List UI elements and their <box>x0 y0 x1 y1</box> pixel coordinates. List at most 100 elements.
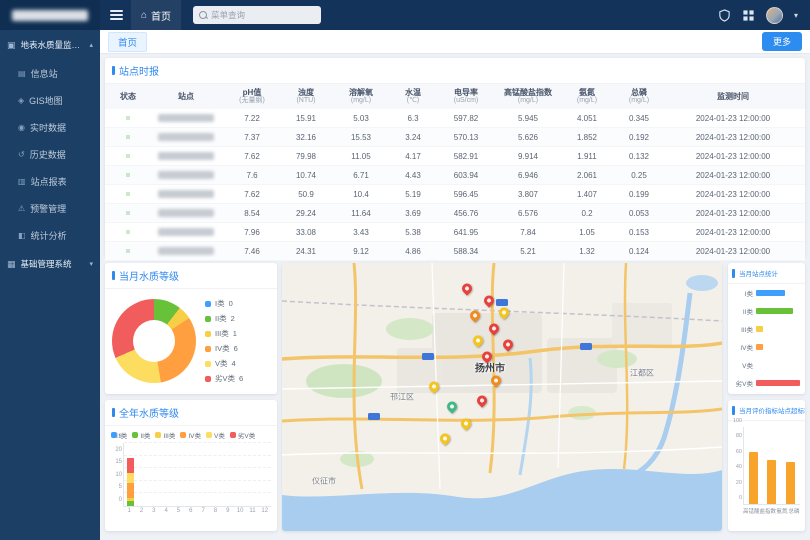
value-cell: 5.626 <box>495 133 561 142</box>
legend-item[interactable]: 劣V类6 <box>205 373 243 384</box>
column-header: 电导率(uS/cm) <box>437 88 495 105</box>
apps-grid-icon[interactable] <box>742 9 755 22</box>
stat-bar-label: II类 <box>732 306 753 316</box>
app-root: ⌂ 首页 ▾ ▣地表水质量监测系统▴▤信息站◈GIS地图◉实时数据↺历史数据▥站… <box>0 0 810 540</box>
sidebar-item[interactable]: ↺历史数据 <box>0 141 100 168</box>
stat-bar <box>756 326 763 332</box>
tab-home[interactable]: 首页 <box>108 32 147 52</box>
legend-item[interactable]: I类0 <box>205 298 243 309</box>
user-avatar[interactable] <box>766 7 783 24</box>
legend-swatch <box>206 432 212 438</box>
value-cell: 6.946 <box>495 171 561 180</box>
chevron-down-icon: ▾ <box>89 260 93 268</box>
value-cell: 7.96 <box>225 228 279 237</box>
value-cell: 24.31 <box>279 247 333 256</box>
time-cell: 2024-01-23 12:00:00 <box>665 209 801 218</box>
column-unit: (uS/cm) <box>437 97 495 105</box>
stat-bar <box>756 344 763 350</box>
legend-item[interactable]: IV类 <box>180 430 201 440</box>
sidebar-item[interactable]: ▤信息站 <box>0 60 100 87</box>
sidebar-item[interactable]: ▥站点报表 <box>0 168 100 195</box>
gis-map-icon: ◈ <box>18 96 24 105</box>
stat-bar-row: V类 <box>728 356 805 374</box>
value-cell: 7.6 <box>225 171 279 180</box>
value-cell: 0.25 <box>613 171 665 180</box>
value-cell: 5.21 <box>495 247 561 256</box>
value-cell: 6.3 <box>389 114 437 123</box>
value-cell: 33.08 <box>279 228 333 237</box>
bar-slots <box>124 443 271 506</box>
main-area: 首页 更多 站点时报 状态站点pH值(无量纲)浊度(NTU)溶解氧(mg/L)水… <box>100 30 810 540</box>
x-tick-label: 总磷 <box>788 507 800 515</box>
info-station-icon: ▤ <box>18 69 26 78</box>
stat-bar-label: III类 <box>732 324 753 334</box>
sidebar-item[interactable]: ◧统计分析 <box>0 222 100 249</box>
map-panel[interactable]: 扬州市邗江区江都区仪征市 <box>282 263 722 531</box>
legend-label: IV类 <box>188 430 201 440</box>
value-cell: 7.22 <box>225 114 279 123</box>
menu-search[interactable] <box>193 6 321 24</box>
exceed-bar <box>749 452 758 504</box>
value-cell: 0.132 <box>613 152 665 161</box>
legend-label: V类 <box>214 430 225 440</box>
legend-item[interactable]: 劣V类 <box>230 430 255 440</box>
sidebar-section-label: 基础管理系统 <box>21 258 72 270</box>
column-header: 站点 <box>147 92 225 101</box>
sidebar-item-label: 站点报表 <box>31 175 67 188</box>
time-cell: 2024-01-23 12:00:00 <box>665 171 801 180</box>
bar-slot <box>173 443 185 506</box>
search-input[interactable] <box>211 10 315 20</box>
breadcrumb-home[interactable]: ⌂ 首页 <box>131 0 181 30</box>
x-tick-label: 11 <box>246 508 258 514</box>
exceed-bar <box>786 462 795 504</box>
legend-item[interactable]: V类 <box>206 430 225 440</box>
y-tick-label: 20 <box>107 447 122 453</box>
legend-item[interactable]: II类2 <box>205 313 243 324</box>
value-cell: 4.17 <box>389 152 437 161</box>
value-cell: 603.94 <box>437 171 495 180</box>
stat-bar-label: I类 <box>732 288 753 298</box>
breadcrumb-home-label: 首页 <box>151 8 171 23</box>
column-unit: (NTU) <box>279 97 333 105</box>
y-tick-label: 80 <box>730 433 742 439</box>
sidebar-item[interactable]: ◈GIS地图 <box>0 87 100 114</box>
legend-value: 1 <box>233 329 237 338</box>
legend-item[interactable]: V类4 <box>205 358 243 369</box>
table-row: 7.3732.1615.533.24570.135.6261.8520.1922… <box>105 128 805 147</box>
x-tick-label: 4 <box>160 508 172 514</box>
sidebar-item[interactable]: ◉实时数据 <box>0 114 100 141</box>
donut-ring <box>112 299 196 383</box>
legend-item[interactable]: III类 <box>155 430 175 440</box>
stat-bar-track <box>756 344 800 350</box>
stat-bar <box>756 308 793 314</box>
value-cell: 0.192 <box>613 133 665 142</box>
map-graphics <box>282 263 722 531</box>
more-button[interactable]: 更多 <box>762 32 802 51</box>
column-header: 高锰酸盐指数(mg/L) <box>495 88 561 105</box>
sidebar-section[interactable]: ▣地表水质量监测系统▴ <box>0 30 100 60</box>
table-row: 7.6279.9811.054.17582.919.9141.9110.1322… <box>105 147 805 166</box>
chevron-down-icon[interactable]: ▾ <box>794 11 798 20</box>
column-name: 电导率 <box>437 88 495 97</box>
shield-icon[interactable] <box>718 9 731 22</box>
legend-item[interactable]: II类 <box>132 430 150 440</box>
legend-item[interactable]: III类1 <box>205 328 243 339</box>
value-cell: 2.061 <box>561 171 613 180</box>
history-data-icon: ↺ <box>18 150 25 159</box>
x-tick-label: 12 <box>259 508 271 514</box>
x-tick-label: 5 <box>172 508 184 514</box>
site-cell <box>147 152 225 160</box>
y-tick-label: 0 <box>730 495 742 501</box>
legend-label: II类 <box>140 430 150 440</box>
legend-item[interactable]: IV类6 <box>205 343 243 354</box>
bar-slot <box>161 443 173 506</box>
sidebar-section[interactable]: ▦基础管理系统▾ <box>0 249 100 279</box>
menu-collapse-icon[interactable] <box>110 10 123 20</box>
value-cell: 9.12 <box>333 247 389 256</box>
legend-swatch <box>205 346 211 352</box>
value-cell: 0.124 <box>613 247 665 256</box>
header-actions: ▾ <box>718 7 810 24</box>
sidebar-item[interactable]: ⚠预警管理 <box>0 195 100 222</box>
warning-manage-icon: ⚠ <box>18 204 25 213</box>
realtime-data-icon: ◉ <box>18 123 25 132</box>
